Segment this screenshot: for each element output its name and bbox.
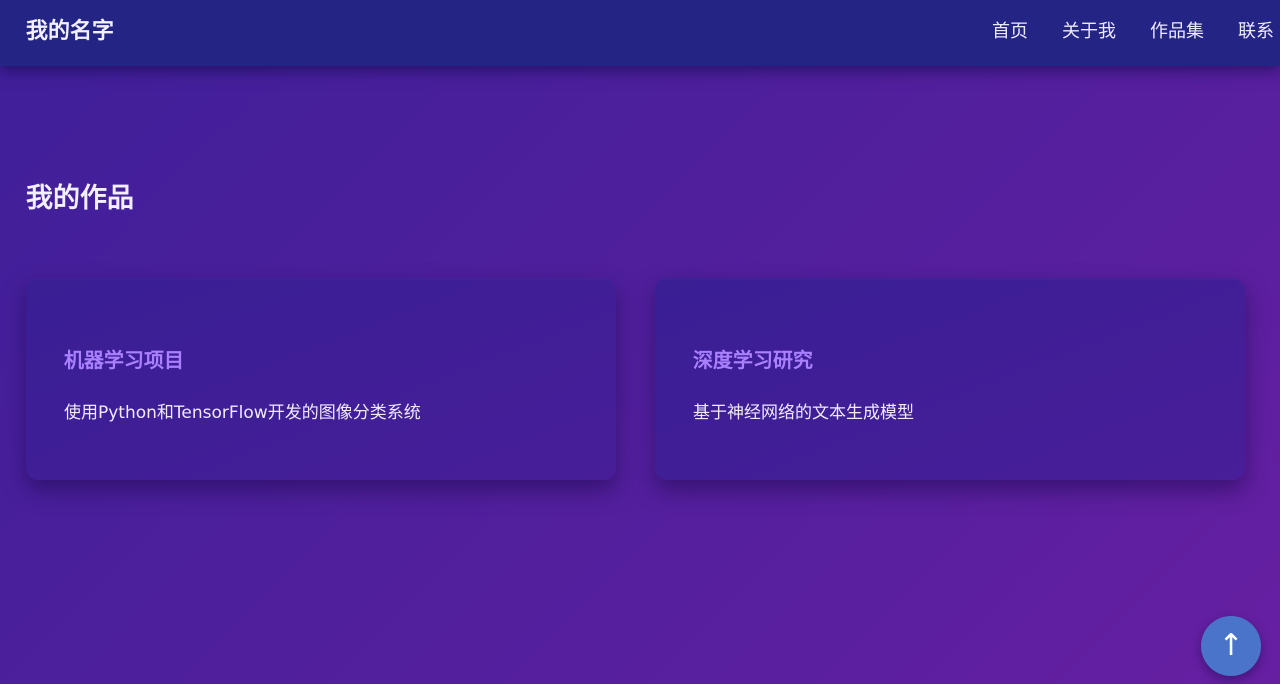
section-title: 我的作品 (26, 183, 134, 214)
nav-links: 首页 关于我 作品集 联系 (992, 0, 1280, 64)
project-card[interactable]: 深度学习研究 基于神经网络的文本生成模型 (655, 278, 1245, 480)
nav-link-portfolio[interactable]: 作品集 (1150, 0, 1204, 64)
site-brand[interactable]: 我的名字 (26, 0, 114, 64)
project-title: 深度学习研究 (693, 348, 813, 372)
nav-link-about[interactable]: 关于我 (1062, 0, 1116, 64)
back-to-top-button[interactable]: ↑ (1201, 616, 1261, 676)
nav-link-home[interactable]: 首页 (992, 0, 1028, 64)
project-description: 使用Python和TensorFlow开发的图像分类系统 (64, 403, 421, 423)
project-title: 机器学习项目 (64, 348, 184, 372)
nav-link-contact[interactable]: 联系 (1238, 0, 1274, 64)
arrow-up-icon: ↑ (1218, 628, 1244, 663)
project-card[interactable]: 机器学习项目 使用Python和TensorFlow开发的图像分类系统 (26, 278, 616, 480)
navbar: 我的名字 首页 关于我 作品集 联系 (0, 0, 1280, 66)
project-description: 基于神经网络的文本生成模型 (693, 403, 914, 423)
